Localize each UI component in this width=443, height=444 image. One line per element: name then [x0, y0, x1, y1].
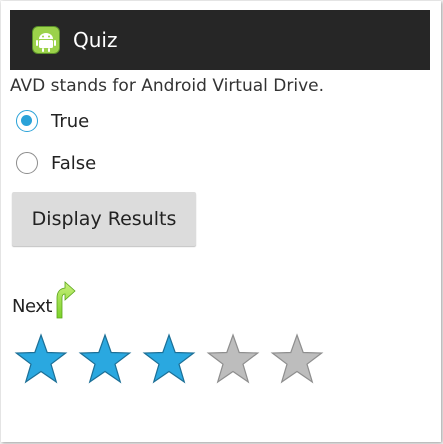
- android-robot-icon: [32, 26, 60, 54]
- next-link[interactable]: Next: [12, 276, 76, 320]
- star-filled-icon[interactable]: [76, 333, 134, 385]
- option-false[interactable]: False: [16, 152, 96, 174]
- rating-bar[interactable]: [12, 333, 332, 385]
- star-filled-icon[interactable]: [12, 333, 70, 385]
- display-results-button[interactable]: Display Results: [12, 192, 196, 246]
- radio-button-false[interactable]: [16, 152, 38, 174]
- option-true-label: True: [51, 110, 90, 132]
- app-title: Quiz: [73, 28, 118, 52]
- green-arrow-icon: [56, 281, 76, 319]
- star-filled-icon[interactable]: [140, 333, 198, 385]
- option-true[interactable]: True: [16, 110, 89, 132]
- star-empty-icon[interactable]: [204, 333, 262, 385]
- star-empty-icon[interactable]: [268, 333, 326, 385]
- next-label: Next: [12, 296, 52, 317]
- option-false-label: False: [51, 152, 97, 174]
- action-bar: Quiz: [10, 10, 430, 70]
- radio-button-true[interactable]: [16, 110, 38, 132]
- question-text: AVD stands for Android Virtual Drive.: [10, 76, 325, 96]
